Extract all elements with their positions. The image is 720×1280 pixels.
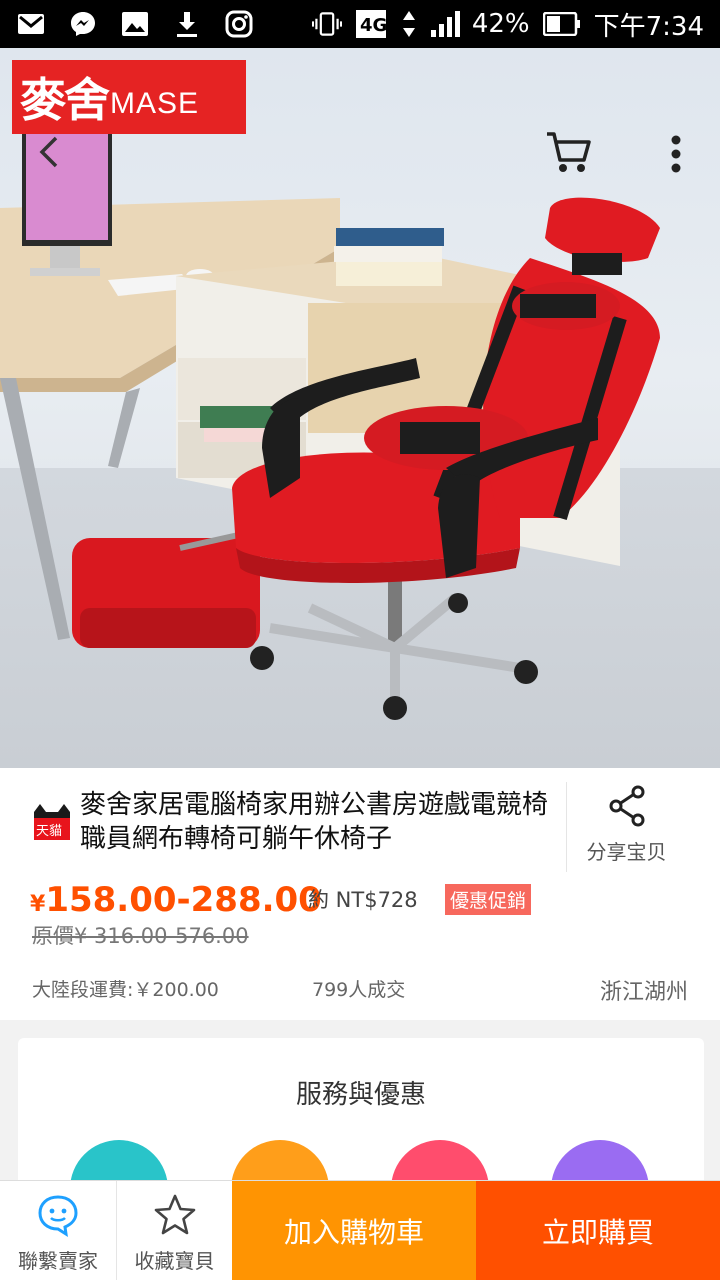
- contact-seller-label: 聯繫賣家: [18, 1249, 98, 1273]
- seller-location: 浙江湖州: [599, 980, 688, 1005]
- add-to-cart-button[interactable]: 加入購物車: [232, 1181, 476, 1280]
- star-icon: [154, 1194, 195, 1235]
- favorite-button[interactable]: 收藏寶貝: [116, 1181, 232, 1280]
- price-currency: ¥: [30, 892, 46, 917]
- share-button[interactable]: 分享宝贝: [566, 782, 686, 872]
- cart-icon[interactable]: [544, 128, 594, 178]
- messenger-icon: [68, 9, 98, 39]
- gmail-icon: [16, 9, 46, 39]
- data-arrows-icon: [400, 9, 418, 39]
- instagram-icon: [224, 9, 254, 39]
- tmall-badge-icon: 天貓: [32, 802, 72, 842]
- battery-icon: [542, 9, 582, 39]
- network-4g-icon: 4G: [354, 9, 388, 39]
- back-arrow-icon[interactable]: [34, 132, 64, 172]
- gallery-icon: [120, 9, 150, 39]
- vibrate-icon: [311, 9, 342, 39]
- more-vertical-icon[interactable]: [660, 130, 692, 180]
- chat-face-icon: [38, 1195, 78, 1237]
- product-info-card: 天貓 麥舍家居電腦椅家用辦公書房遊戲電競椅職員網布轉椅可躺午休椅子 分享宝贝 ¥…: [0, 768, 720, 1020]
- contact-seller-button[interactable]: 聯繫賣家: [0, 1181, 116, 1280]
- bottom-action-bar: 聯繫賣家 收藏寶貝 加入購物車 立即購買: [0, 1180, 720, 1280]
- favorite-label: 收藏寶貝: [134, 1249, 215, 1273]
- price: ¥158.00-288.00: [30, 880, 322, 920]
- promo-badge[interactable]: 優惠促銷: [445, 884, 532, 915]
- price-range: 158.00-288.00: [45, 880, 322, 920]
- status-bar: 4G 42% 下午7:34: [0, 0, 720, 48]
- ntd-price: 約 NT$728: [308, 888, 418, 912]
- service-title: 服務與優惠: [295, 1080, 426, 1110]
- brand-logo: 麥舍 MASE: [12, 60, 246, 134]
- download-icon: [172, 9, 202, 39]
- product-title: 麥舍家居電腦椅家用辦公書房遊戲電競椅職員網布轉椅可躺午休椅子: [80, 790, 549, 854]
- svg-text:4G: 4G: [360, 15, 387, 36]
- battery-percentage: 42%: [471, 9, 530, 39]
- buy-now-button[interactable]: 立即購買: [476, 1181, 720, 1280]
- original-price-value: ¥ 316.00-576.00: [74, 924, 249, 948]
- signal-icon: [430, 9, 460, 39]
- sold-count: 799人成交: [312, 979, 406, 1001]
- logo-chinese-text: 麥舍: [20, 73, 110, 127]
- svg-text:天貓: 天貓: [36, 824, 62, 839]
- original-price: 原價¥ 316.00-576.00: [32, 920, 249, 950]
- share-icon: [609, 785, 644, 827]
- product-image-gallery[interactable]: 麥舍 MASE: [0, 48, 720, 768]
- share-label: 分享宝贝: [586, 840, 667, 864]
- original-price-label: 原價: [32, 924, 74, 948]
- shipping-fee: 大陸段運費:￥200.00: [32, 979, 219, 1001]
- product-photo: [0, 126, 660, 720]
- logo-english-text: MASE: [110, 87, 200, 120]
- clock: 下午7:34: [593, 11, 704, 42]
